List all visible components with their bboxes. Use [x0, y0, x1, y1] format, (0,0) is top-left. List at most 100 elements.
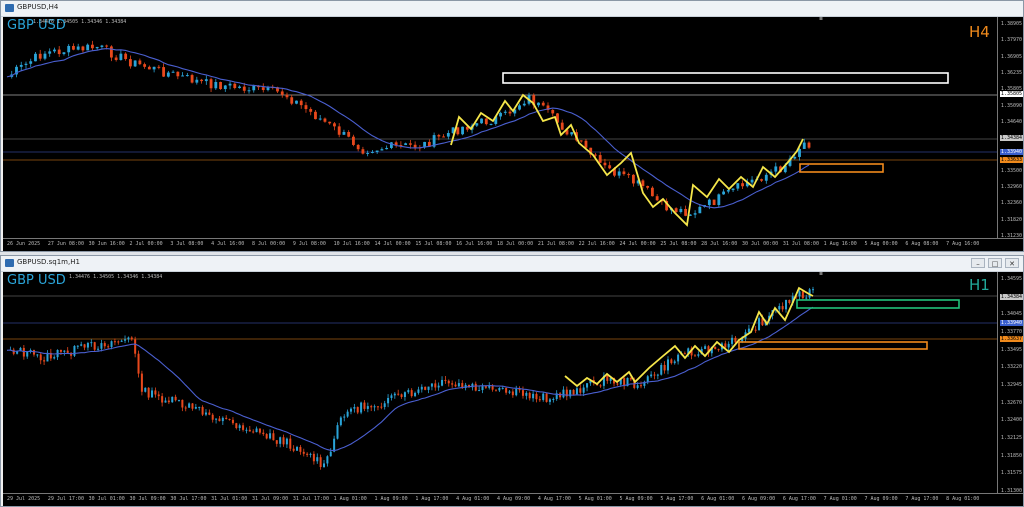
time-tick-label: 30 Jul 17:00 [170, 496, 207, 502]
candle-body [760, 179, 763, 181]
candle-body [785, 299, 788, 310]
price-tick-label: 1.31850 [1000, 452, 1022, 459]
candle-body [349, 408, 352, 412]
candle-body [501, 387, 504, 389]
candle-body [646, 185, 650, 188]
candle-body [124, 339, 127, 341]
candle-body [326, 456, 329, 464]
candlestick-chart[interactable] [3, 272, 1023, 506]
close-icon[interactable]: ✕ [1005, 258, 1019, 268]
candle-body [171, 71, 175, 73]
price-chart[interactable]: GBP USD 1.34476 1.34505 1.34346 1.34384 … [3, 272, 1023, 506]
chart-window-icon [5, 259, 14, 267]
candle-body [414, 392, 417, 397]
candle-body [802, 142, 806, 149]
candle-body [663, 364, 666, 371]
candle-body [143, 64, 147, 67]
time-tick-label: 31 Jul 17:00 [292, 496, 329, 502]
candle-body [280, 91, 284, 95]
candle-body [641, 180, 645, 186]
candle-body [138, 60, 142, 65]
time-axis[interactable]: 26 Jun 2025 27 Jun 08:00 30 Jun 16:00 2 Jul… [3, 238, 1023, 251]
price-level-tag: 1.33637 [999, 336, 1023, 342]
candle-body [171, 396, 174, 403]
candle-body [32, 350, 35, 355]
candle-body [225, 417, 228, 419]
time-tick-label: 7 Aug 17:00 [905, 496, 939, 502]
candle-body [370, 406, 373, 408]
candle-body [53, 49, 56, 52]
candle-body [275, 440, 278, 444]
candle-body [248, 429, 251, 432]
candle-body [164, 400, 167, 403]
candle-body [758, 318, 761, 331]
chart-window-h1[interactable]: GBPUSD.sq1m,H1 – □ ✕ GBP USD 1.34476 1.3… [0, 255, 1024, 507]
candle-body [63, 350, 66, 352]
candle-body [535, 393, 538, 400]
candle-body [318, 118, 322, 120]
candle-body [582, 387, 585, 393]
candle-body [499, 112, 502, 117]
candle-body [177, 399, 180, 401]
candle-body [265, 434, 268, 439]
candle-body [219, 81, 222, 90]
candle-body [127, 337, 130, 340]
candle-body [627, 174, 631, 176]
candle-body [228, 83, 232, 86]
candle-body [599, 385, 602, 387]
candle-body [475, 123, 479, 126]
candle-body [617, 171, 621, 176]
candle-body [430, 383, 433, 387]
candle-body [361, 149, 365, 154]
candle-body [481, 386, 484, 391]
candle-body [117, 341, 120, 343]
candle-body [188, 403, 191, 408]
time-axis[interactable]: 29 Jul 2025 29 Jul 17:00 30 Jul 01:00 30 Ju… [3, 493, 1023, 506]
candle-body [53, 357, 56, 359]
title-bar[interactable]: GBPUSD,H4 [1, 1, 1023, 17]
candle-body [353, 407, 356, 409]
price-level-tag: 1.34384 [999, 135, 1023, 141]
candle-body [363, 402, 366, 409]
candle-body [631, 174, 635, 184]
candle-body [548, 399, 551, 402]
candle-body [508, 391, 511, 393]
minimize-icon[interactable]: – [971, 258, 985, 268]
price-tick-label: 1.33770 [1000, 329, 1022, 335]
candle-body [48, 51, 52, 54]
time-tick-label: 16 Jul 16:00 [456, 241, 493, 247]
zigzag-line [564, 286, 814, 388]
time-tick-label: 21 Jul 08:00 [537, 241, 574, 247]
price-level-tag: 1.33940 [999, 320, 1023, 326]
time-tick-label: 7 Aug 01:00 [823, 496, 857, 502]
candle-body [114, 57, 118, 60]
price-chart[interactable]: GBP USD 1.34476 1.34505 1.34346 1.34384 … [3, 17, 1023, 251]
candle-body [333, 123, 336, 127]
maximize-icon[interactable]: □ [988, 258, 1002, 268]
price-tick-label: 1.32125 [1000, 435, 1022, 441]
candle-body [538, 399, 541, 401]
candle-body [629, 377, 632, 380]
candle-body [309, 453, 312, 455]
candle-body [223, 85, 227, 90]
candle-body [110, 341, 113, 347]
candle-body [518, 105, 521, 110]
time-tick-label: 1 Aug 09:00 [374, 496, 408, 502]
candle-body [559, 393, 562, 398]
candle-body [403, 392, 406, 397]
candle-body [446, 133, 450, 137]
candle-body [191, 403, 194, 409]
candle-body [693, 213, 697, 215]
title-bar[interactable]: GBPUSD.sq1m,H1 – □ ✕ [1, 256, 1023, 272]
price-axis[interactable]: 1.38905 1.37970 1.36905 1.36235 1.35805 1.350… [997, 17, 1023, 251]
candlestick-chart[interactable] [3, 17, 1023, 251]
candle-body [441, 379, 444, 386]
candle-body [660, 364, 663, 375]
candle-body [598, 155, 602, 163]
candle-body [380, 149, 384, 151]
price-axis[interactable]: 1.34595 1.34384 1.34045 1.33770 1.33495 1.332… [997, 272, 1023, 506]
candle-body [650, 374, 653, 377]
candle-body [376, 406, 379, 408]
candle-body [498, 388, 501, 391]
chart-window-h4[interactable]: GBPUSD,H4 GBP USD 1.34476 1.34505 1.3434… [0, 0, 1024, 252]
